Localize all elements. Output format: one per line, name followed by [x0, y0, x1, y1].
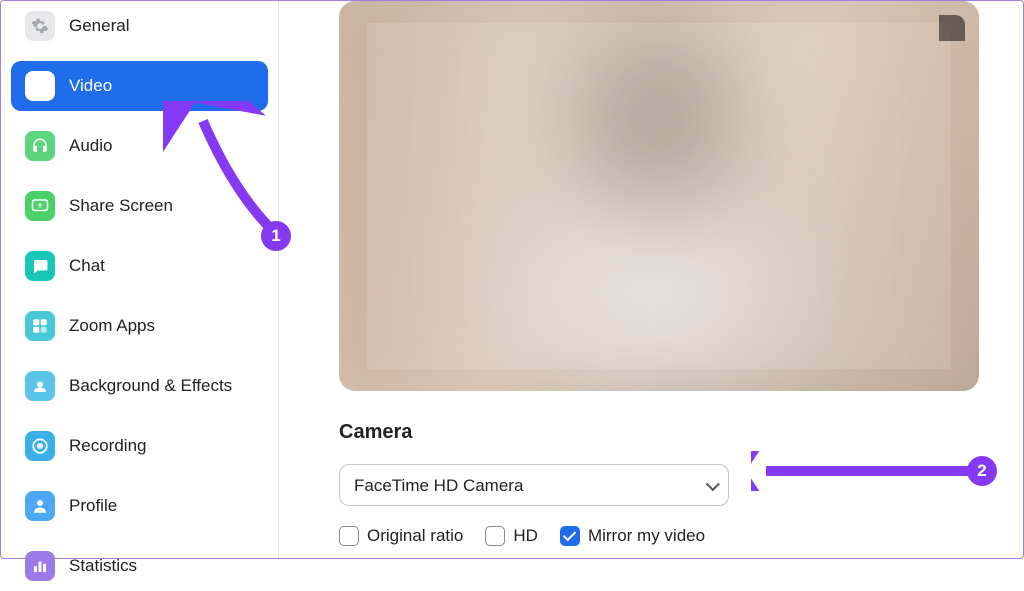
video-options-row: Original ratio HD Mirror my video	[339, 526, 993, 546]
checkbox-label: Original ratio	[367, 526, 463, 546]
settings-sidebar: General Video Audio Share Screen Chat	[1, 1, 279, 558]
apps-icon	[25, 311, 55, 341]
hd-checkbox[interactable]: HD	[485, 526, 538, 546]
checkbox-box	[485, 526, 505, 546]
camera-select-wrap: FaceTime HD Camera	[339, 464, 729, 506]
sidebar-item-general[interactable]: General	[11, 1, 268, 51]
sidebar-item-chat[interactable]: Chat	[11, 241, 268, 291]
sidebar-label: Chat	[69, 256, 105, 276]
original-ratio-checkbox[interactable]: Original ratio	[339, 526, 463, 546]
sidebar-label: Background & Effects	[69, 376, 232, 396]
sidebar-item-statistics[interactable]: Statistics	[11, 541, 268, 591]
sidebar-label: General	[69, 16, 129, 36]
video-preview	[339, 1, 979, 391]
gear-icon	[25, 11, 55, 41]
sidebar-label: Statistics	[69, 556, 137, 576]
sidebar-item-profile[interactable]: Profile	[11, 481, 268, 531]
checkbox-box	[339, 526, 359, 546]
settings-main-panel: Camera FaceTime HD Camera Original ratio…	[279, 1, 1023, 558]
sidebar-label: Video	[69, 76, 112, 96]
checkbox-label: Mirror my video	[588, 526, 705, 546]
video-preview-overlay	[367, 23, 951, 369]
sidebar-label: Share Screen	[69, 196, 173, 216]
sidebar-item-audio[interactable]: Audio	[11, 121, 268, 171]
sidebar-item-share-screen[interactable]: Share Screen	[11, 181, 268, 231]
camera-section-title: Camera	[339, 421, 993, 444]
profile-icon	[25, 491, 55, 521]
sidebar-label: Recording	[69, 436, 147, 456]
video-icon	[25, 71, 55, 101]
sidebar-item-recording[interactable]: Recording	[11, 421, 268, 471]
background-icon	[25, 371, 55, 401]
video-corner-control[interactable]	[939, 15, 965, 41]
sidebar-item-video[interactable]: Video	[11, 61, 268, 111]
sidebar-item-zoom-apps[interactable]: Zoom Apps	[11, 301, 268, 351]
sidebar-label: Zoom Apps	[69, 316, 155, 336]
chat-icon	[25, 251, 55, 281]
sidebar-label: Audio	[69, 136, 112, 156]
mirror-video-checkbox[interactable]: Mirror my video	[560, 526, 705, 546]
checkbox-label: HD	[513, 526, 538, 546]
checkbox-box	[560, 526, 580, 546]
share-screen-icon	[25, 191, 55, 221]
camera-select[interactable]: FaceTime HD Camera	[339, 464, 729, 506]
sidebar-item-background-effects[interactable]: Background & Effects	[11, 361, 268, 411]
sidebar-label: Profile	[69, 496, 117, 516]
statistics-icon	[25, 551, 55, 581]
recording-icon	[25, 431, 55, 461]
headphones-icon	[25, 131, 55, 161]
